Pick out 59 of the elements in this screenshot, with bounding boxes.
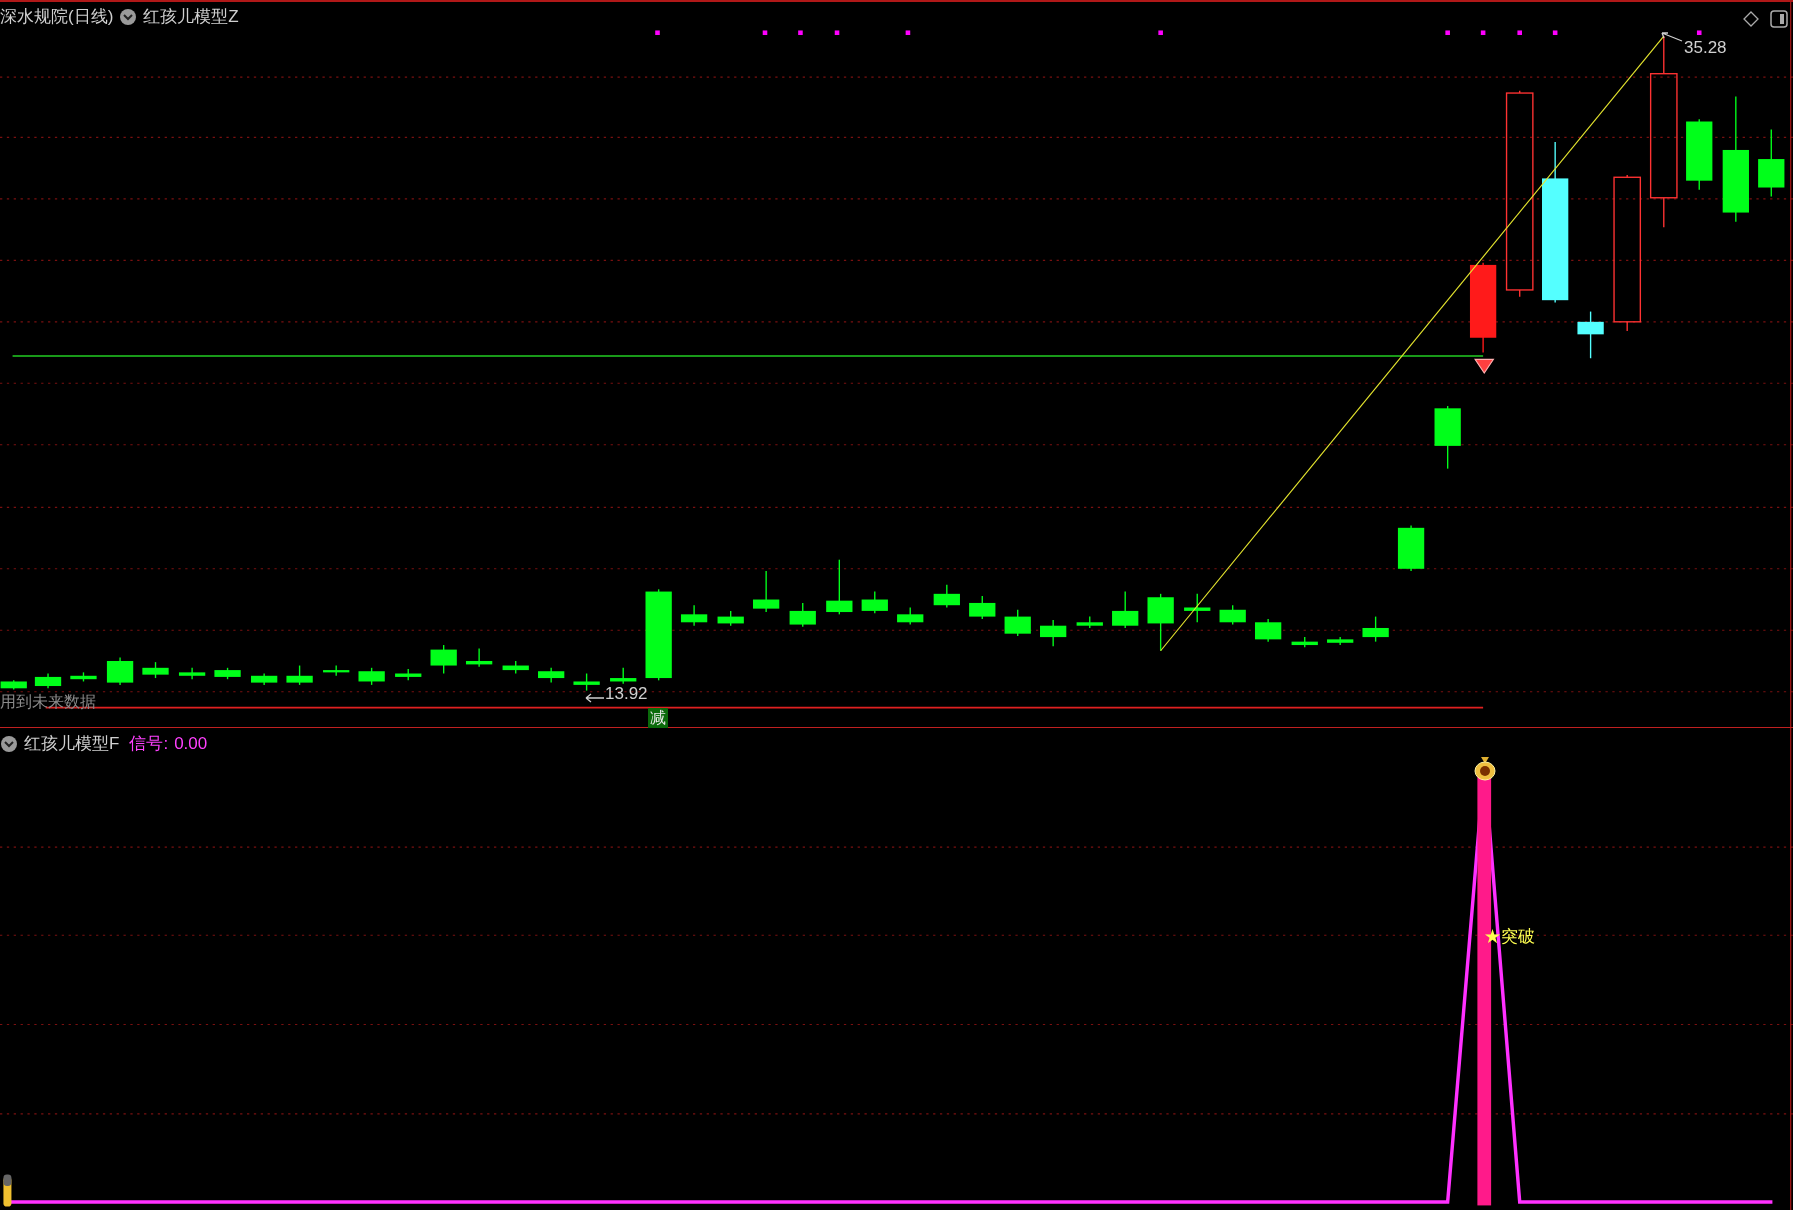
candlestick — [251, 672, 278, 686]
candlestick — [1327, 636, 1354, 646]
indicator-name: 红孩儿模型F — [24, 733, 120, 755]
signal-badge: 减 — [648, 708, 668, 728]
candlestick — [0, 679, 27, 691]
candlestick — [538, 667, 565, 684]
candlestick — [753, 570, 780, 613]
panel-toggle-icon[interactable] — [1770, 10, 1788, 28]
candlestick — [717, 610, 744, 627]
candlestick — [861, 590, 888, 614]
signal-label: 信号: — [129, 733, 169, 755]
candlestick — [395, 668, 422, 682]
candlestick — [1076, 615, 1103, 629]
diamond-icon[interactable] — [1743, 11, 1759, 27]
candlestick — [502, 660, 529, 675]
candlestick — [214, 667, 241, 680]
candlestick — [1434, 405, 1461, 470]
candlestick — [106, 656, 134, 686]
candlestick — [1255, 618, 1282, 643]
high-price-label: 35.28 — [1684, 38, 1727, 58]
candlestick — [1362, 615, 1389, 643]
candlestick — [34, 672, 62, 689]
candlestick — [680, 604, 708, 627]
arrow-icon — [585, 692, 605, 704]
money-bag-icon — [1473, 755, 1497, 781]
candlestick — [1040, 619, 1067, 647]
indicator-name: 红孩儿模型Z — [143, 6, 239, 28]
dropdown-icon[interactable] — [119, 7, 138, 26]
candlestick — [1112, 590, 1139, 629]
candlestick — [610, 667, 637, 685]
future-data-note: 用到未来数据 — [0, 695, 96, 709]
candlestick — [465, 647, 493, 668]
candlestick — [969, 595, 996, 620]
candlestick — [1004, 609, 1031, 637]
candlestick — [826, 559, 853, 615]
candlestick — [286, 664, 313, 686]
low-price-label: 13.92 — [605, 684, 648, 704]
candlestick — [573, 672, 600, 692]
candlestick — [933, 584, 960, 609]
candlestick — [789, 602, 816, 628]
candlestick — [1291, 636, 1318, 648]
candlestick — [1219, 604, 1246, 626]
candlestick — [70, 671, 97, 683]
signal-value: 0.00 — [174, 733, 208, 755]
candlestick — [430, 644, 457, 675]
candlestick — [142, 661, 169, 679]
candlestick — [358, 667, 385, 686]
candlestick — [323, 664, 350, 677]
candlestick — [1397, 524, 1425, 572]
candlestick — [178, 667, 206, 680]
candlestick — [1577, 310, 1604, 359]
gem-icon — [1474, 358, 1495, 375]
candlestick — [1147, 593, 1174, 652]
scroll-handle[interactable] — [3, 1174, 12, 1207]
candlestick — [1758, 128, 1785, 198]
dropdown-icon[interactable] — [0, 734, 18, 753]
chart-title: 深水规院(日线) — [0, 6, 114, 28]
candlestick — [1184, 593, 1211, 623]
candlestick — [897, 606, 924, 626]
